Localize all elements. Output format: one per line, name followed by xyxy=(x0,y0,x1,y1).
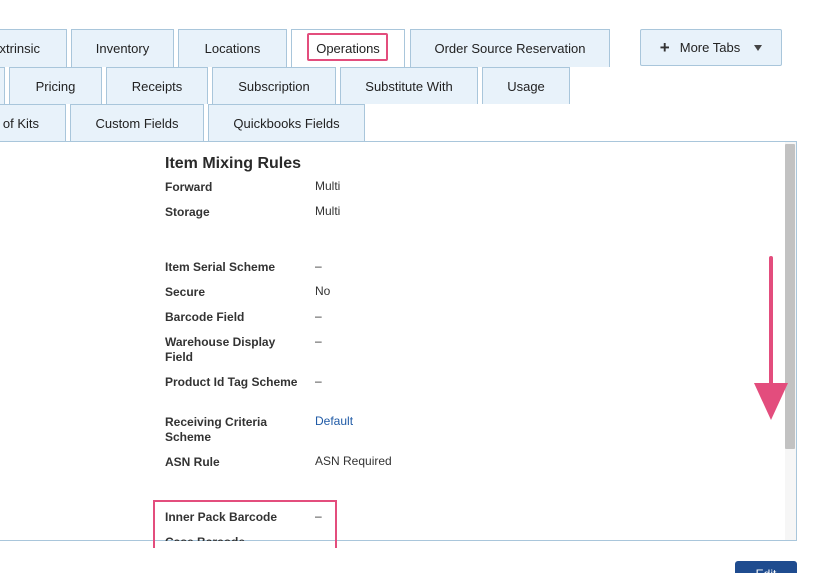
field-value-secure: No xyxy=(315,284,331,298)
field-value-warehouse-display-field: – xyxy=(315,334,322,348)
tab-quickbooks-fields[interactable]: Quickbooks Fields xyxy=(208,104,365,142)
tab-partial-left[interactable] xyxy=(0,67,5,104)
tab-subscription[interactable]: Subscription xyxy=(212,67,336,104)
tab-label: Substitute With xyxy=(365,78,453,94)
tab-extrinsic[interactable]: xtrinsic xyxy=(0,29,67,67)
field-label-barcode-field: Barcode Field xyxy=(165,310,245,324)
field-label-product-id-tag-scheme: Product Id Tag Scheme xyxy=(165,375,298,389)
tab-label: Order Source Reservation xyxy=(434,41,586,56)
scroll-down-arrow-icon xyxy=(754,256,788,420)
tab-pricing[interactable]: Pricing xyxy=(9,67,102,104)
tab-label: Inventory xyxy=(95,41,150,56)
tab-kits[interactable]: of Kits xyxy=(0,104,66,142)
plus-icon: + xyxy=(659,38,670,57)
tab-label: Receipts xyxy=(131,78,183,94)
tab-receipts[interactable]: Receipts xyxy=(106,67,208,104)
tab-substitute-with[interactable]: Substitute With xyxy=(340,67,478,104)
field-label-receiving-criteria-scheme: Receiving Criteria Scheme xyxy=(165,415,268,444)
tab-label: Custom Fields xyxy=(95,116,179,131)
tab-label: xtrinsic xyxy=(0,41,40,56)
field-value-asn-rule: ASN Required xyxy=(315,454,392,468)
tab-label: Quickbooks Fields xyxy=(233,116,340,131)
field-value-storage: Multi xyxy=(315,204,341,218)
caret-down-icon xyxy=(754,44,763,51)
operations-tab-highlight xyxy=(307,33,388,61)
field-value-barcode-field: – xyxy=(315,309,322,323)
tab-label: Subscription xyxy=(238,78,310,94)
field-label-storage: Storage xyxy=(165,205,210,219)
field-value-product-id-tag-scheme: – xyxy=(315,374,322,388)
content-panel xyxy=(0,141,797,541)
field-value-forward: Multi xyxy=(315,179,341,193)
tab-usage[interactable]: Usage xyxy=(482,67,570,104)
tab-label: of Kits xyxy=(2,116,39,131)
field-label-forward: Forward xyxy=(165,180,213,194)
field-label-secure: Secure xyxy=(165,285,206,299)
tab-label: Locations xyxy=(204,41,261,56)
tab-inventory[interactable]: Inventory xyxy=(71,29,174,67)
section-title: Item Mixing Rules xyxy=(165,155,302,172)
more-tabs-label: More Tabs xyxy=(679,40,741,55)
more-tabs-button[interactable]: + More Tabs xyxy=(640,29,782,66)
tab-label: Usage xyxy=(507,78,545,94)
tab-locations[interactable]: Locations xyxy=(178,29,287,67)
field-label-warehouse-display-field: Warehouse Display Field xyxy=(165,335,276,364)
field-value-receiving-criteria-scheme[interactable]: Default xyxy=(315,414,353,429)
field-label-asn-rule: ASN Rule xyxy=(165,455,220,469)
tab-order-source-reservation[interactable]: Order Source Reservation xyxy=(410,29,610,67)
inner-pack-barcode-highlight xyxy=(153,500,337,548)
field-label-item-serial-scheme: Item Serial Scheme xyxy=(165,260,276,274)
tab-custom-fields[interactable]: Custom Fields xyxy=(70,104,204,142)
edit-button[interactable]: Edit xyxy=(735,561,797,573)
field-value-item-serial-scheme: – xyxy=(315,259,322,273)
tab-label: Pricing xyxy=(35,78,76,94)
